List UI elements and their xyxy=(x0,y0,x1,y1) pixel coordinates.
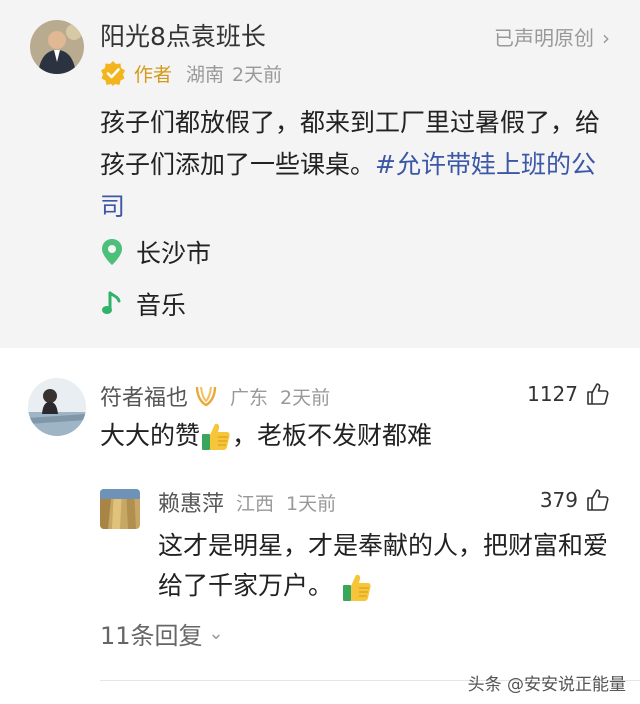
reply-like-button[interactable]: 379 xyxy=(540,488,610,512)
comment-time: 2天前 xyxy=(280,386,331,409)
thumbs-up-emoji-icon xyxy=(342,574,371,601)
replier-name[interactable]: 赖惠萍 xyxy=(158,486,224,518)
medal-icon xyxy=(195,386,217,407)
author-name[interactable]: 阳光8点袁班长 xyxy=(100,20,266,54)
chevron-right-icon: › xyxy=(602,26,610,50)
post-time: 2天前 xyxy=(232,63,283,86)
commenter-name[interactable]: 符者福也 xyxy=(100,380,188,412)
author-avatar[interactable] xyxy=(30,20,84,74)
original-declaration-link[interactable]: 已声明原创 › xyxy=(494,24,610,52)
comment-like-button[interactable]: 1127 xyxy=(527,382,610,406)
thumbs-up-emoji-icon xyxy=(202,423,230,450)
comment-text: 大大的赞 ，老板不发财都难 xyxy=(100,418,432,454)
reply-time: 1天前 xyxy=(286,492,337,515)
more-replies-label: 11条回复 xyxy=(100,622,203,650)
location-tag[interactable]: 长沙市 xyxy=(100,234,211,270)
location-name: 长沙市 xyxy=(136,239,212,268)
author-role: 作者 xyxy=(134,63,173,86)
reply-header: 赖惠萍 江西 1天前 xyxy=(158,486,336,518)
reply-body: 这才是明星，才是奉献的人，把财富和爱给了千家万户。 xyxy=(158,531,609,600)
music-note-icon xyxy=(102,291,121,314)
comment-text-part2: ，老板不发财都难 xyxy=(232,421,433,450)
commenter-location: 广东 xyxy=(230,386,269,409)
post-text: 孩子们都放假了，都来到工厂里过暑假了，给孩子们添加了一些课桌。#允许带娃上班的公… xyxy=(100,102,620,228)
post-location: 湖南 xyxy=(186,63,225,86)
watermark: 头条 @安安说正能量 xyxy=(467,675,626,695)
post-meta: 作者 湖南 2天前 xyxy=(100,58,290,88)
location-pin-icon xyxy=(102,239,122,265)
thumbs-up-outline-icon xyxy=(587,489,609,511)
music-tag[interactable]: 音乐 xyxy=(100,286,186,322)
music-label: 音乐 xyxy=(136,291,187,320)
verified-badge-icon xyxy=(101,61,125,86)
replier-location: 江西 xyxy=(236,492,275,515)
more-replies-button[interactable]: 11条回复 ⌄ xyxy=(100,616,224,651)
original-label: 已声明原创 xyxy=(494,26,594,50)
replier-avatar[interactable] xyxy=(100,489,140,529)
thumbs-up-outline-icon xyxy=(587,383,609,405)
comment-text-part1: 大大的赞 xyxy=(100,421,201,450)
comment-header: 符者福也 广东 2天前 xyxy=(100,380,330,412)
reply-like-count: 379 xyxy=(539,488,578,512)
comment-like-count: 1127 xyxy=(527,382,578,406)
reply-text: 这才是明星，才是奉献的人，把财富和爱给了千家万户。 xyxy=(158,526,618,606)
commenter-avatar[interactable] xyxy=(28,378,86,436)
chevron-down-icon: ⌄ xyxy=(208,623,224,644)
post-card: 阳光8点袁班长 已声明原创 › 作者 湖南 2天前 孩子们都放假了，都来到工厂里过… xyxy=(0,0,640,348)
